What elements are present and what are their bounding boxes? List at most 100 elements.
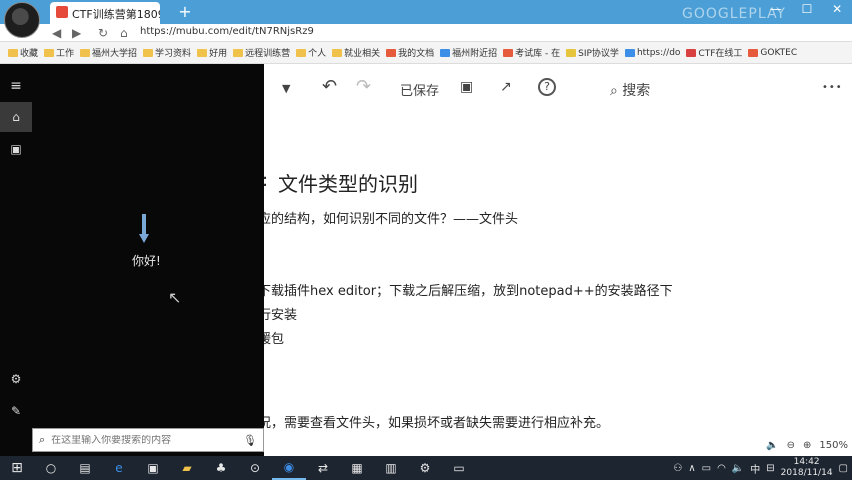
minus-icon[interactable]: ⊖: [787, 440, 795, 451]
app-icon[interactable]: ▥: [374, 456, 408, 480]
export-icon[interactable]: ↗: [500, 79, 512, 95]
microphone-icon[interactable]: 🎙: [243, 434, 257, 447]
help-icon[interactable]: ?: [538, 78, 556, 96]
bookmark-item[interactable]: 收藏: [8, 46, 38, 59]
bookmark-icon: [440, 48, 451, 57]
bookmark-label: 福州附近招: [452, 49, 498, 59]
forward-icon[interactable]: ▶: [72, 26, 81, 40]
search-icon: ⌕: [610, 83, 618, 99]
bookmark-item[interactable]: 学习资料: [143, 46, 191, 59]
notebook-icon[interactable]: ▣: [8, 142, 24, 158]
search-icon: ⌕: [39, 433, 46, 446]
new-tab-icon[interactable]: +: [176, 3, 194, 21]
dropdown-caret-icon[interactable]: ▼: [282, 82, 290, 95]
settings-icon[interactable]: ⚙: [8, 372, 24, 388]
taskbar-clock[interactable]: 14:42 2018/11/14: [781, 457, 833, 479]
user-icon[interactable]: ⚇: [673, 463, 682, 474]
app-icon[interactable]: ⇄: [306, 456, 340, 480]
back-icon[interactable]: ◀: [52, 26, 61, 40]
bookmark-item[interactable]: https://do: [624, 47, 681, 58]
cortana-greeting: 你好!: [132, 254, 161, 268]
search-label: 搜索: [622, 83, 651, 99]
bookmark-icon: [386, 48, 397, 57]
present-icon[interactable]: ▣: [460, 79, 473, 95]
bookmark-label: 我的文档: [398, 49, 435, 59]
volume-icon[interactable]: 🔈: [732, 463, 744, 474]
bookmark-item[interactable]: 远程训练营: [233, 46, 290, 59]
app-icon[interactable]: ♣: [204, 456, 238, 480]
bookmark-icon: [503, 48, 514, 57]
bookmark-label: CTF在线工: [698, 49, 743, 59]
bookmark-item[interactable]: GOKTEC: [748, 48, 797, 58]
bookmark-label: 收藏: [20, 49, 39, 59]
app-icon[interactable]: ▭: [442, 456, 476, 480]
ime-indicator[interactable]: 中: [750, 461, 760, 476]
doc-line[interactable]: 应的结构，如何识别不同的文件？——文件头: [258, 208, 518, 227]
bookmark-item[interactable]: SIP协议学: [566, 46, 619, 59]
doc-heading[interactable]: 文件类型的识别: [278, 168, 418, 197]
redo-icon[interactable]: ↷: [356, 76, 371, 97]
bookmark-label: 就业相关: [344, 49, 381, 59]
task-view-icon[interactable]: ▤: [68, 456, 102, 480]
hamburger-menu-icon[interactable]: ≡: [8, 78, 24, 94]
home-icon[interactable]: ⌂: [120, 26, 128, 40]
bookmark-label: 好用: [209, 49, 228, 59]
folder-icon: [8, 48, 18, 57]
editor-statusbar: 🔈 ⊖ ⊕ 150%: [730, 438, 852, 452]
app-icon[interactable]: ▦: [340, 456, 374, 480]
bookmark-label: 学习资料: [155, 49, 192, 59]
user-avatar[interactable]: [4, 2, 40, 38]
browser-app-icon[interactable]: ◉: [272, 456, 306, 480]
plus-icon[interactable]: ⊕: [803, 440, 811, 451]
bookmark-label: https://do: [636, 47, 681, 58]
taskbar-search-box[interactable]: ⌕ 🎙: [32, 428, 264, 452]
cortana-listening-icon: [139, 214, 149, 243]
battery-icon[interactable]: ▭: [702, 463, 711, 474]
minimize-icon[interactable]: —: [770, 2, 782, 22]
doc-line[interactable]: 况，需要查看文件头，如果损坏或者缺失需要进行相应补充。: [258, 412, 609, 431]
more-icon[interactable]: •••: [822, 82, 843, 93]
settings-icon[interactable]: ⚙: [408, 456, 442, 480]
close-icon[interactable]: ✕: [832, 2, 842, 22]
bookmark-item[interactable]: 考试库 - 在: [503, 46, 560, 59]
bookmark-label: 个人: [308, 49, 327, 59]
sound-icon[interactable]: 🔈: [766, 440, 778, 451]
maximize-icon[interactable]: ☐: [802, 2, 813, 22]
show-hidden-icon[interactable]: ∧: [688, 463, 695, 474]
search-button[interactable]: ⌕ 搜索: [610, 80, 650, 100]
bookmark-item[interactable]: 工作: [44, 46, 74, 59]
bookmark-item[interactable]: 好用: [197, 46, 227, 59]
bookmark-item[interactable]: 个人: [296, 46, 326, 59]
bookmark-label: 福州大学招: [92, 49, 138, 59]
edge-icon[interactable]: e: [102, 456, 136, 480]
bookmarks-bar: 收藏 工作 福州大学招 学习资料 好用 远程训练营 个人 就业相关 我的文档 福…: [0, 42, 852, 64]
folder-icon: [197, 48, 208, 57]
app-tray-icon[interactable]: ⊟: [766, 463, 774, 474]
undo-icon[interactable]: ↶: [322, 76, 337, 97]
app-icon[interactable]: ▣: [136, 456, 170, 480]
folder-icon: [296, 48, 307, 57]
folder-icon[interactable]: ▰: [170, 456, 204, 480]
cortana-icon[interactable]: ○: [34, 456, 68, 480]
bookmark-item[interactable]: 福州附近招: [440, 46, 497, 59]
doc-line[interactable]: 下载插件hex editor；下载之后解压缩，放到notepad++的安装路径下: [258, 280, 673, 299]
search-input[interactable]: [51, 434, 244, 446]
folder-icon: [233, 48, 244, 57]
network-icon[interactable]: ◠: [717, 463, 726, 474]
refresh-icon[interactable]: ↻: [98, 26, 108, 40]
zoom-level: 150%: [819, 439, 848, 451]
bookmark-item[interactable]: 福州大学招: [80, 46, 137, 59]
home-icon[interactable]: ⌂: [8, 110, 24, 126]
folder-icon: [143, 48, 154, 57]
app-icon[interactable]: ⊙: [238, 456, 272, 480]
feedback-icon[interactable]: ✎: [8, 404, 24, 420]
bookmark-item[interactable]: 就业相关: [332, 46, 380, 59]
bookmark-item[interactable]: 我的文档: [386, 46, 434, 59]
notification-icon[interactable]: ▢: [839, 463, 848, 474]
url-field[interactable]: https://mubu.com/edit/tN7RNjsRz9: [140, 26, 314, 37]
bookmark-label: 远程训练营: [245, 49, 291, 59]
windows-start-icon[interactable]: ⊞: [0, 456, 34, 480]
window-controls[interactable]: — ☐ ✕: [760, 2, 852, 22]
bookmark-item[interactable]: CTF在线工: [686, 46, 742, 59]
bookmark-icon: [748, 48, 759, 57]
